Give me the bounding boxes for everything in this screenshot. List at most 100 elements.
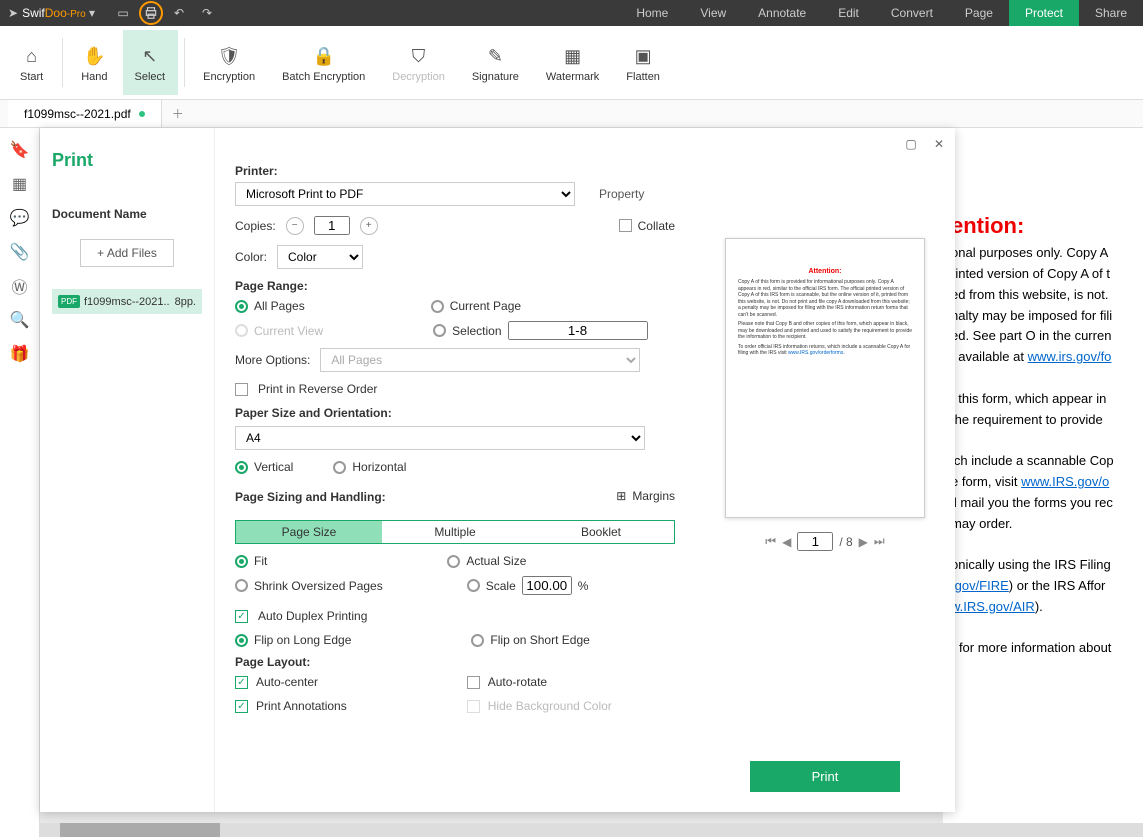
preview-pager: ⏮ ◀ / 8 ▶ ⏭ — [765, 532, 884, 551]
pdf-badge-icon: PDF — [58, 295, 80, 308]
file-list-item[interactable]: PDF f1099msc--2021.. 8pp. — [52, 289, 202, 314]
add-files-button[interactable]: + Add Files — [80, 239, 174, 267]
horizontal-radio[interactable] — [333, 461, 346, 474]
ribbon-batch-encryption[interactable]: 🔒Batch Encryption — [270, 30, 378, 95]
flip-short-radio[interactable] — [471, 634, 484, 647]
ribbon-select[interactable]: ↖Select — [123, 30, 179, 95]
ribbon-start[interactable]: ⌂Start — [8, 30, 56, 95]
preview-page-input[interactable] — [797, 532, 833, 551]
color-select[interactable]: Color — [277, 245, 363, 269]
selection-radio[interactable] — [433, 324, 446, 337]
bg-attention-heading: ention: — [951, 208, 1143, 243]
app-logo-icon: ➤ — [8, 6, 18, 20]
lock-icon: 🔒 — [312, 43, 334, 71]
shrink-radio[interactable] — [235, 579, 248, 592]
margins-button[interactable]: ⊞Margins — [616, 489, 675, 503]
current-view-radio — [235, 324, 248, 337]
attachment-icon[interactable]: 📎 — [10, 242, 30, 262]
all-pages-radio[interactable] — [235, 300, 248, 313]
document-name-label: Document Name — [52, 207, 202, 221]
thumbnails-icon[interactable]: ▦ — [10, 174, 30, 194]
menu-view[interactable]: View — [684, 0, 742, 26]
next-page-icon[interactable]: ▶ — [859, 535, 868, 549]
current-page-radio[interactable] — [431, 300, 444, 313]
ribbon-encryption[interactable]: 🛡Encryption — [191, 30, 268, 95]
maximize-icon[interactable]: ▢ — [903, 136, 919, 152]
document-tab[interactable]: f1099msc--2021.pdf — [8, 100, 162, 127]
seg-booklet[interactable]: Booklet — [528, 521, 674, 543]
watermark-icon: ▦ — [564, 43, 581, 71]
reverse-order-checkbox[interactable] — [235, 383, 248, 396]
selection-input[interactable] — [508, 321, 648, 340]
first-page-icon[interactable]: ⏮ — [765, 534, 776, 549]
pen-icon: ✎ — [488, 43, 503, 71]
side-panel: 🔖 ▦ 💬 📎 Ⓦ 🔍 🎁 — [0, 128, 40, 837]
collate-checkbox[interactable] — [619, 219, 632, 232]
menu-share[interactable]: Share — [1079, 0, 1143, 26]
printer-label: Printer: — [235, 164, 675, 178]
more-options-label: More Options: — [235, 353, 310, 367]
print-icon[interactable] — [139, 1, 163, 25]
dialog-title: Print — [52, 150, 202, 171]
auto-center-checkbox[interactable] — [235, 676, 248, 689]
copies-decrement[interactable]: − — [286, 217, 304, 235]
copies-increment[interactable]: + — [360, 217, 378, 235]
copies-label: Copies: — [235, 219, 276, 233]
new-tab-button[interactable]: ＋ — [162, 105, 194, 122]
tab-title: f1099msc--2021.pdf — [24, 107, 131, 121]
paper-size-select[interactable]: A4 — [235, 426, 645, 450]
shield-icon: 🛡 — [218, 43, 241, 71]
menu-convert[interactable]: Convert — [875, 0, 949, 26]
close-icon[interactable]: ✕ — [931, 136, 947, 152]
hide-bg-checkbox — [467, 700, 480, 713]
ribbon-flatten[interactable]: ▣Flatten — [614, 30, 673, 95]
dialog-left-panel: Print Document Name + Add Files PDF f109… — [40, 128, 215, 812]
redo-icon[interactable]: ↷ — [195, 3, 219, 23]
printer-select[interactable]: Microsoft Print to PDF — [235, 182, 575, 206]
seg-page-size[interactable]: Page Size — [236, 521, 382, 543]
quick-access-toolbar: ▭ ↶ ↷ — [103, 1, 227, 25]
actual-size-radio[interactable] — [447, 555, 460, 568]
auto-rotate-checkbox[interactable] — [467, 676, 480, 689]
horizontal-scrollbar[interactable] — [40, 823, 1143, 837]
print-button[interactable]: Print — [750, 761, 900, 792]
fit-radio[interactable] — [235, 555, 248, 568]
duplex-checkbox[interactable] — [235, 610, 248, 623]
last-page-icon[interactable]: ⏭ — [874, 534, 885, 549]
top-menubar: ➤ SwifDoo-Pro ▾ ▭ ↶ ↷ Home View Annotate… — [0, 0, 1143, 26]
workspace: 🔖 ▦ 💬 📎 Ⓦ 🔍 🎁 ention: onal purposes only… — [0, 128, 1143, 837]
ribbon-hand[interactable]: ✋Hand — [69, 30, 120, 95]
comments-icon[interactable]: 💬 — [10, 208, 30, 228]
flip-long-radio[interactable] — [235, 634, 248, 647]
menu-protect[interactable]: Protect — [1009, 0, 1079, 26]
ribbon-watermark[interactable]: ▦Watermark — [534, 30, 612, 95]
layout-label: Page Layout: — [235, 655, 675, 669]
hand-icon: ✋ — [83, 43, 105, 71]
more-options-select[interactable]: All Pages — [320, 348, 640, 372]
search-icon[interactable]: 🔍 — [10, 310, 30, 330]
menu-home[interactable]: Home — [620, 0, 684, 26]
ribbon-decryption: ⛉Decryption — [380, 30, 458, 95]
dialog-preview-panel: Attention: Copy A of this form is provid… — [695, 128, 955, 812]
main-menu: Home View Annotate Edit Convert Page Pro… — [620, 0, 1143, 26]
vertical-radio[interactable] — [235, 461, 248, 474]
menu-annotate[interactable]: Annotate — [742, 0, 822, 26]
color-label: Color: — [235, 250, 267, 264]
undo-icon[interactable]: ↶ — [167, 3, 191, 23]
prev-page-icon[interactable]: ◀ — [782, 535, 791, 549]
save-icon[interactable]: ▭ — [111, 3, 135, 23]
gift-icon[interactable]: 🎁 — [10, 344, 30, 364]
print-annotations-checkbox[interactable] — [235, 700, 248, 713]
printer-property-link[interactable]: Property — [599, 187, 644, 201]
menu-page[interactable]: Page — [949, 0, 1009, 26]
seg-multiple[interactable]: Multiple — [382, 521, 528, 543]
word-icon[interactable]: Ⓦ — [10, 276, 30, 296]
margins-icon: ⊞ — [616, 489, 626, 503]
ribbon-toolbar: ⌂Start ✋Hand ↖Select 🛡Encryption 🔒Batch … — [0, 26, 1143, 100]
bookmark-icon[interactable]: 🔖 — [10, 140, 30, 160]
scale-input[interactable] — [522, 576, 572, 595]
scale-radio[interactable] — [467, 579, 480, 592]
copies-input[interactable] — [314, 216, 350, 235]
menu-edit[interactable]: Edit — [822, 0, 875, 26]
ribbon-signature[interactable]: ✎Signature — [460, 30, 532, 95]
